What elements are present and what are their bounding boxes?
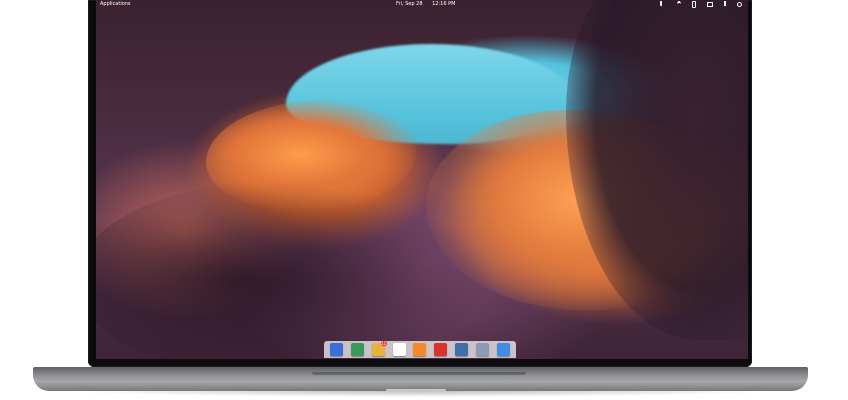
dock-item-app-center[interactable]: [496, 343, 510, 356]
dock-item-photos[interactable]: [455, 343, 469, 356]
dock-item-calendar[interactable]: [392, 343, 406, 356]
panel-time: 12:16 PM: [432, 1, 456, 7]
mail-icon[interactable]: [707, 2, 713, 7]
dock-item-videos[interactable]: [434, 343, 448, 356]
panel-date: Fri, Sep 28: [396, 1, 423, 7]
indicators-area: [660, 0, 742, 8]
sound-icon[interactable]: [660, 1, 666, 6]
laptop-shadow: [60, 391, 780, 397]
dock: 11: [324, 341, 516, 358]
dock-item-multitasking-view[interactable]: [329, 343, 343, 356]
dock-item-music[interactable]: [413, 343, 427, 356]
laptop-base: [33, 367, 808, 391]
desktop-screen: Applications Fri, Sep 28 12:16 PM 11: [96, 0, 748, 359]
unread-badge: 11: [380, 341, 387, 346]
wifi-icon[interactable]: [677, 1, 681, 8]
dock-item-web-browser[interactable]: [350, 343, 364, 356]
dock-item-mail[interactable]: 11: [371, 341, 387, 356]
applications-menu[interactable]: Applications: [100, 0, 131, 8]
panel-clock[interactable]: Fri, Sep 28 12:16 PM: [396, 0, 455, 8]
bluetooth-icon[interactable]: [692, 1, 696, 8]
top-panel: Applications Fri, Sep 28 12:16 PM: [96, 0, 748, 8]
dock-item-system-settings[interactable]: [476, 343, 490, 356]
power-icon[interactable]: [737, 2, 742, 7]
battery-icon[interactable]: [724, 1, 726, 6]
laptop-opening-lip: [312, 372, 526, 375]
